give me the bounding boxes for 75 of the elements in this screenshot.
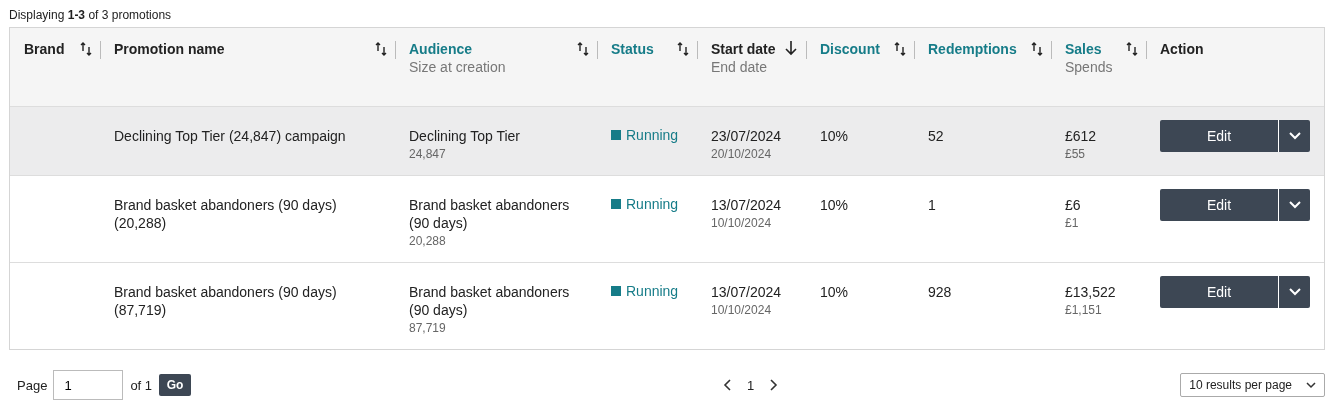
chevron-down-icon	[1288, 201, 1301, 209]
status-icon	[611, 130, 621, 140]
sales-value: £13,522	[1065, 283, 1117, 301]
dropdown-button[interactable]	[1278, 120, 1310, 152]
sort-icon[interactable]	[375, 42, 387, 56]
sort-icon[interactable]	[677, 42, 689, 56]
start-date: 13/07/2024	[711, 196, 783, 214]
promotion-name: Brand basket abandoners (90 days) (20,288)	[114, 196, 338, 232]
audience-name: Declining Top Tier	[409, 127, 522, 145]
sort-icon[interactable]	[577, 42, 589, 56]
audience-size: 24,847	[409, 146, 447, 163]
column-header[interactable]: Brand	[24, 40, 80, 58]
column-header[interactable]: Discount	[820, 40, 894, 58]
sales-value: £6	[1065, 196, 1082, 214]
column-subheader: Size at creation	[409, 58, 507, 76]
column-subheader: Spends	[1065, 58, 1114, 76]
audience-size: 87,719	[409, 320, 447, 337]
sort-icon[interactable]	[80, 42, 92, 56]
status-icon	[611, 286, 621, 296]
audience-name: Brand basket abandoners (90 days)	[409, 283, 571, 319]
go-button[interactable]: Go	[159, 374, 192, 396]
chevron-down-icon	[1288, 132, 1301, 140]
page-input[interactable]: 1	[53, 370, 124, 400]
column-header[interactable]: Start date	[711, 40, 784, 58]
table-row[interactable]: Declining Top Tier (24,847) campaign Declining Top Tier 24,847 Running 23/07/2024 20/10/2024 10% 52 £612 £55 Edit	[10, 106, 1324, 175]
redemptions-value: 928	[928, 283, 953, 301]
sales-value: £612	[1065, 127, 1098, 145]
spends-value: £1,151	[1065, 302, 1103, 319]
redemptions-value: 1	[928, 196, 937, 214]
sort-icon[interactable]	[1126, 42, 1138, 56]
edit-button[interactable]: Edit	[1160, 120, 1278, 152]
edit-button[interactable]: Edit	[1160, 189, 1278, 221]
promotion-name: Declining Top Tier (24,847) campaign	[114, 127, 347, 145]
column-subheader: End date	[711, 58, 769, 76]
audience-size: 20,288	[409, 233, 447, 250]
column-header[interactable]: Sales	[1065, 40, 1126, 58]
page-count: of 1	[130, 377, 153, 393]
spends-value: £1	[1065, 215, 1080, 232]
end-date: 10/10/2024	[711, 215, 773, 232]
column-header: Action	[1160, 40, 1205, 58]
results-per-page-dropdown[interactable]: 10 results per page	[1180, 373, 1325, 397]
column-header[interactable]: Audience	[409, 40, 577, 58]
end-date: 20/10/2024	[711, 146, 773, 163]
table-row[interactable]: Brand basket abandoners (90 days) (20,288) Brand basket abandoners (90 days) 20,288 Running 13/07/2024 10/10/2024 10% 1 £6 £1 Edit	[10, 175, 1324, 262]
chevron-down-icon	[1306, 381, 1316, 389]
discount-value: 10%	[820, 127, 850, 145]
page-label: Page	[17, 377, 48, 393]
status-text: Running	[626, 195, 679, 213]
discount-value: 10%	[820, 196, 850, 214]
audience-name: Brand basket abandoners (90 days)	[409, 196, 571, 232]
edit-button[interactable]: Edit	[1160, 276, 1278, 308]
redemptions-value: 52	[928, 127, 945, 145]
status-icon	[611, 199, 621, 209]
dropdown-button[interactable]	[1278, 276, 1310, 308]
table-row[interactable]: Brand basket abandoners (90 days) (87,719) Brand basket abandoners (90 days) 87,719 Running 13/07/2024 10/10/2024 10% 928 £13,522 £1,151 Edit	[10, 262, 1324, 349]
sort-icon[interactable]	[894, 42, 906, 56]
chevron-down-icon	[1288, 288, 1301, 296]
sort-down-icon[interactable]	[784, 40, 798, 56]
results-summary: Displaying 1-3 of 3 promotions	[8, 7, 173, 24]
status-text: Running	[626, 126, 679, 144]
discount-value: 10%	[820, 283, 850, 301]
spends-value: £55	[1065, 146, 1087, 163]
next-page-icon[interactable]	[768, 379, 779, 391]
status-text: Running	[626, 282, 679, 300]
column-header[interactable]: Redemptions	[928, 40, 1031, 58]
dropdown-button[interactable]	[1278, 189, 1310, 221]
column-header[interactable]: Status	[611, 40, 677, 58]
sort-icon[interactable]	[1031, 42, 1043, 56]
promotion-name: Brand basket abandoners (90 days) (87,719)	[114, 283, 338, 319]
previous-page-icon[interactable]	[723, 379, 734, 391]
start-date: 23/07/2024	[711, 127, 783, 145]
column-header[interactable]: Promotion name	[114, 40, 375, 58]
start-date: 13/07/2024	[711, 283, 783, 301]
current-page[interactable]: 1	[747, 377, 755, 393]
end-date: 10/10/2024	[711, 302, 773, 319]
